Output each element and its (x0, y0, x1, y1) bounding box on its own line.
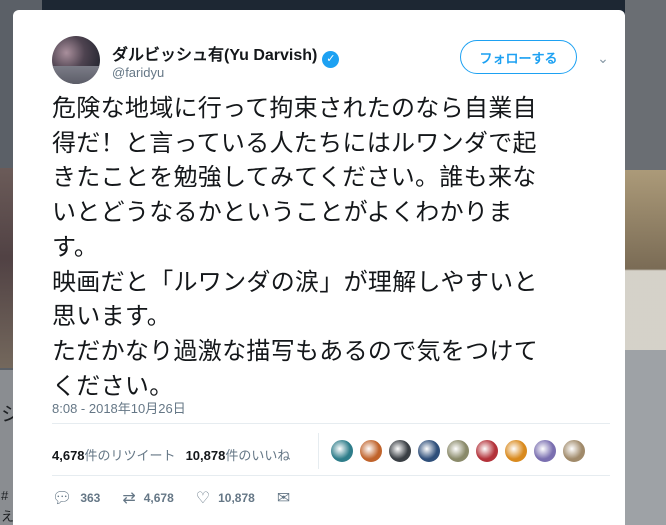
background-right-bottom (625, 350, 666, 525)
background-photo-right (625, 170, 666, 350)
avatar[interactable] (52, 36, 100, 84)
liker-avatar[interactable] (330, 439, 354, 463)
envelope-icon: ✉ (276, 490, 291, 507)
liker-avatar[interactable] (359, 439, 383, 463)
chevron-down-icon[interactable]: ⌄ (593, 48, 613, 68)
tweet-text-line: きたことを勉強してみてください。誰も来な (52, 164, 537, 192)
liker-avatar[interactable] (417, 439, 441, 463)
tweet-card: ダルビッシュ有(Yu Darvish) ✓ @faridyu フォローする ⌄ 危… (13, 10, 625, 525)
tweet-text-line: 危険な地域に行って拘束されたのなら自業自 (52, 95, 537, 122)
like-count: 10,878 (218, 491, 255, 505)
liker-avatar[interactable] (446, 439, 470, 463)
likes-label: 件のいいね (225, 448, 291, 463)
retweets-label: 件のリツイート (84, 448, 176, 463)
tweet-text-line: 得だ！と言っている人たちにはルワンダで起 (52, 129, 537, 157)
tweet-text-line: 映画だと「ルワンダの涙」が理解しやすいと (52, 268, 538, 296)
likers-avatars (330, 439, 591, 463)
divider (52, 475, 610, 476)
divider (52, 423, 610, 424)
tweet-text-line: ただかなり過激な描写もあるので気をつけて (52, 337, 538, 365)
tweet-stats: 4,678件のリツイート 10,878件のいいね (52, 445, 290, 464)
display-name[interactable]: ダルビッシュ有(Yu Darvish) ✓ (112, 41, 340, 68)
tweet-text-line: いとどうなるかということがよくわかりま (52, 199, 513, 227)
liker-avatar[interactable] (533, 439, 557, 463)
direct-message-button[interactable]: ✉ (277, 488, 298, 508)
liker-avatar[interactable] (475, 439, 499, 463)
liker-avatar[interactable] (562, 439, 586, 463)
reply-button[interactable]: 💬︎ 363 (52, 488, 100, 508)
heart-icon: ♡ (195, 490, 211, 507)
tweet-text-line: す。 (52, 233, 99, 261)
background-text-fragment: # (1, 488, 9, 503)
likes-stat[interactable]: 10,878件のいいね (186, 448, 291, 463)
tweet-text: 危険な地域に行って拘束されたのなら自業自 得だ！と言っている人たちにはルワンダで… (52, 92, 610, 404)
user-handle[interactable]: @faridyu (112, 65, 164, 80)
retweet-icon: ⇄ (122, 490, 136, 507)
like-button[interactable]: ♡ 10,878 (196, 488, 255, 508)
reply-count: 363 (80, 491, 101, 505)
tweet-timestamp[interactable]: 8:08 - 2018年10月26日 (52, 398, 186, 417)
retweet-count: 4,678 (143, 491, 174, 505)
likes-count: 10,878 (185, 448, 226, 463)
liker-avatar[interactable] (504, 439, 528, 463)
tweet-text-line: 思います。 (52, 303, 172, 331)
reply-icon: 💬︎ (52, 490, 73, 507)
retweet-button[interactable]: ⇄ 4,678 (122, 488, 173, 508)
display-name-text: ダルビッシュ有(Yu Darvish) (112, 47, 318, 64)
retweets-stat[interactable]: 4,678件のリツイート (52, 448, 176, 463)
verified-badge-icon: ✓ (322, 51, 340, 68)
tweet-actions: 💬︎ 363 ⇄ 4,678 ♡ 10,878 ✉ (52, 488, 320, 508)
liker-avatar[interactable] (388, 439, 412, 463)
follow-button[interactable]: フォローする (460, 40, 577, 74)
stats-separator (318, 433, 319, 469)
retweets-count: 4,678 (52, 448, 85, 463)
